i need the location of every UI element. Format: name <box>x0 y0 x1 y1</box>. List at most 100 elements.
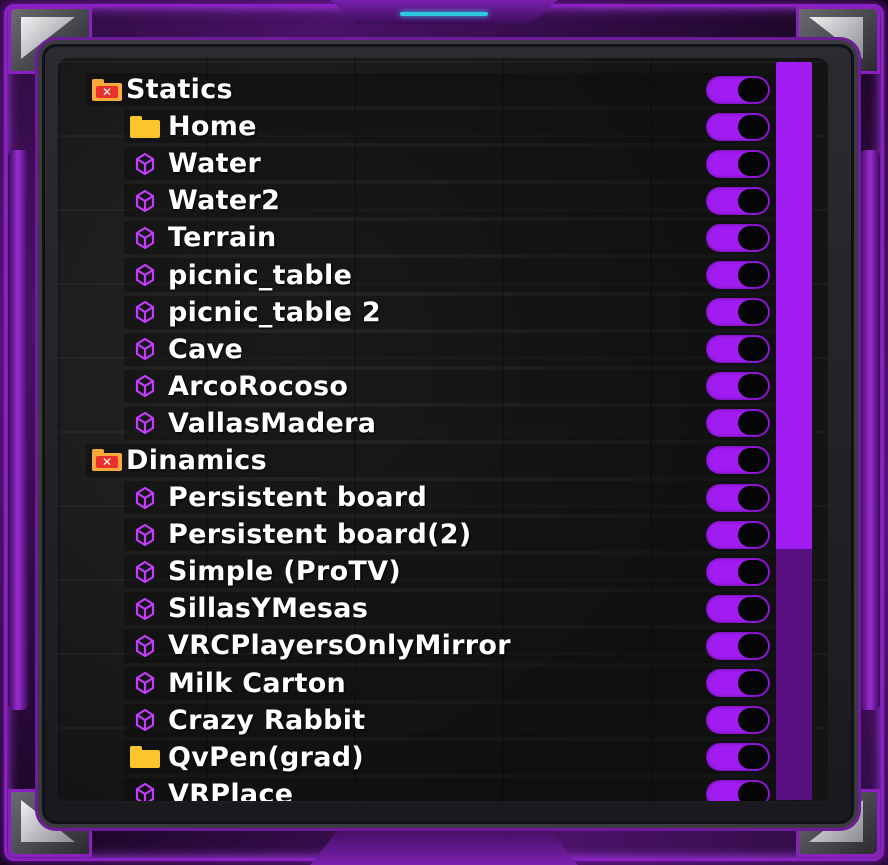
folder-x-icon: ✕ <box>92 447 122 473</box>
visibility-toggle[interactable] <box>706 409 770 438</box>
folder-x-icon: ✕ <box>92 77 122 103</box>
unity-object-icon <box>130 485 160 511</box>
hierarchy-row[interactable]: VallasMadera <box>86 405 776 442</box>
folder-icon <box>130 744 160 770</box>
toggle-knob <box>738 411 768 436</box>
hierarchy-row[interactable]: picnic_table <box>86 256 776 293</box>
visibility-toggle[interactable] <box>706 669 770 698</box>
hierarchy-row-label: Cave <box>168 333 244 365</box>
hierarchy-row[interactable]: picnic_table 2 <box>86 294 776 331</box>
toggle-knob <box>738 596 768 621</box>
folder-icon <box>130 114 160 140</box>
frame-bottom-bar <box>310 825 578 865</box>
visibility-toggle[interactable] <box>706 483 770 512</box>
unity-object-icon <box>130 707 160 733</box>
visibility-toggle[interactable] <box>706 261 770 290</box>
hierarchy-row[interactable]: Water <box>86 145 776 182</box>
hierarchy-row[interactable]: VRPlace <box>86 776 776 801</box>
hierarchy-row[interactable]: Water2 <box>86 182 776 219</box>
unity-object-icon <box>130 670 160 696</box>
toggle-knob <box>738 782 768 801</box>
hierarchy-row[interactable]: Crazy Rabbit <box>86 702 776 739</box>
unity-object-icon <box>130 522 160 548</box>
visibility-toggle[interactable] <box>706 446 770 475</box>
visibility-toggle[interactable] <box>706 223 770 252</box>
hierarchy-row[interactable]: Simple (ProTV) <box>86 553 776 590</box>
toggle-knob <box>738 708 768 733</box>
hierarchy-row-label: Persistent board <box>168 482 428 514</box>
toggle-knob <box>738 485 768 510</box>
visibility-toggle[interactable] <box>706 743 770 772</box>
visibility-toggle[interactable] <box>706 780 770 801</box>
toggle-knob <box>738 633 768 658</box>
toggle-knob <box>738 300 768 325</box>
toggle-knob <box>738 337 768 362</box>
hierarchy-row-label: picnic_table 2 <box>168 296 381 328</box>
hierarchy-row-label: Milk Carton <box>168 667 347 699</box>
visibility-toggle[interactable] <box>706 75 770 104</box>
visibility-toggle[interactable] <box>706 372 770 401</box>
hierarchy-row-label: Dinamics <box>126 444 267 476</box>
unity-object-icon <box>130 225 160 251</box>
toggle-knob <box>738 559 768 584</box>
hierarchy-row-label: VRPlace <box>168 778 294 801</box>
unity-object-icon <box>130 188 160 214</box>
hierarchy-row[interactable]: SillasYMesas <box>86 590 776 627</box>
hierarchy-panel: ✕ Statics Home Water Water2 Terrain picnic_tab… <box>58 58 828 803</box>
toggle-knob <box>738 77 768 102</box>
unity-object-icon <box>130 373 160 399</box>
hierarchy-row-label: Home <box>168 111 257 143</box>
hierarchy-row-label: SillasYMesas <box>168 593 369 625</box>
hierarchy-row[interactable]: VRCPlayersOnlyMirror <box>86 627 776 664</box>
toggle-knob <box>738 374 768 399</box>
menu-frame: ✕ Statics Home Water Water2 Terrain picnic_tab… <box>0 0 888 865</box>
hierarchy-row-label: VRCPlayersOnlyMirror <box>168 630 511 662</box>
visibility-toggle[interactable] <box>706 112 770 141</box>
hierarchy-row[interactable]: ArcoRocoso <box>86 368 776 405</box>
hierarchy-row[interactable]: ✕ Dinamics <box>86 442 776 479</box>
visibility-toggle[interactable] <box>706 149 770 178</box>
scrollbar[interactable] <box>776 62 812 800</box>
hierarchy-row[interactable]: Milk Carton <box>86 665 776 702</box>
hierarchy-row-label: QvPen(grad) <box>168 741 365 773</box>
unity-object-icon <box>130 559 160 585</box>
hierarchy-row-label: VallasMadera <box>168 407 377 439</box>
toggle-knob <box>738 263 768 288</box>
scrollbar-thumb[interactable] <box>776 62 812 549</box>
toggle-knob <box>738 225 768 250</box>
visibility-toggle[interactable] <box>706 186 770 215</box>
hierarchy-row[interactable]: Persistent board(2) <box>86 516 776 553</box>
hierarchy-row[interactable]: Cave <box>86 331 776 368</box>
visibility-toggle[interactable] <box>706 557 770 586</box>
hierarchy-row[interactable]: ✕ Statics <box>86 71 776 108</box>
hierarchy-row[interactable]: Terrain <box>86 219 776 256</box>
toggle-knob <box>738 448 768 473</box>
unity-object-icon <box>130 336 160 362</box>
hierarchy-row[interactable]: Persistent board <box>86 479 776 516</box>
unity-object-icon <box>130 262 160 288</box>
unity-object-icon <box>130 633 160 659</box>
frame-top-accent <box>400 12 488 16</box>
unity-object-icon <box>130 151 160 177</box>
hierarchy-row-label: Water2 <box>168 185 281 217</box>
toggle-knob <box>738 114 768 139</box>
visibility-toggle[interactable] <box>706 594 770 623</box>
visibility-toggle[interactable] <box>706 706 770 735</box>
unity-object-icon <box>130 596 160 622</box>
toggle-knob <box>738 151 768 176</box>
unity-object-icon <box>130 781 160 801</box>
hierarchy-row-label: Statics <box>126 74 233 106</box>
hierarchy-row[interactable]: QvPen(grad) <box>86 739 776 776</box>
frame-side-bar-right <box>860 150 880 710</box>
frame-side-bar-left <box>8 150 28 710</box>
visibility-toggle[interactable] <box>706 335 770 364</box>
hierarchy-row-label: Crazy Rabbit <box>168 704 366 736</box>
visibility-toggle[interactable] <box>706 520 770 549</box>
hierarchy-row-label: picnic_table <box>168 259 353 291</box>
hierarchy-row-label: Simple (ProTV) <box>168 556 401 588</box>
visibility-toggle[interactable] <box>706 631 770 660</box>
toggle-knob <box>738 188 768 213</box>
visibility-toggle[interactable] <box>706 298 770 327</box>
toggle-knob <box>738 745 768 770</box>
hierarchy-row[interactable]: Home <box>86 108 776 145</box>
